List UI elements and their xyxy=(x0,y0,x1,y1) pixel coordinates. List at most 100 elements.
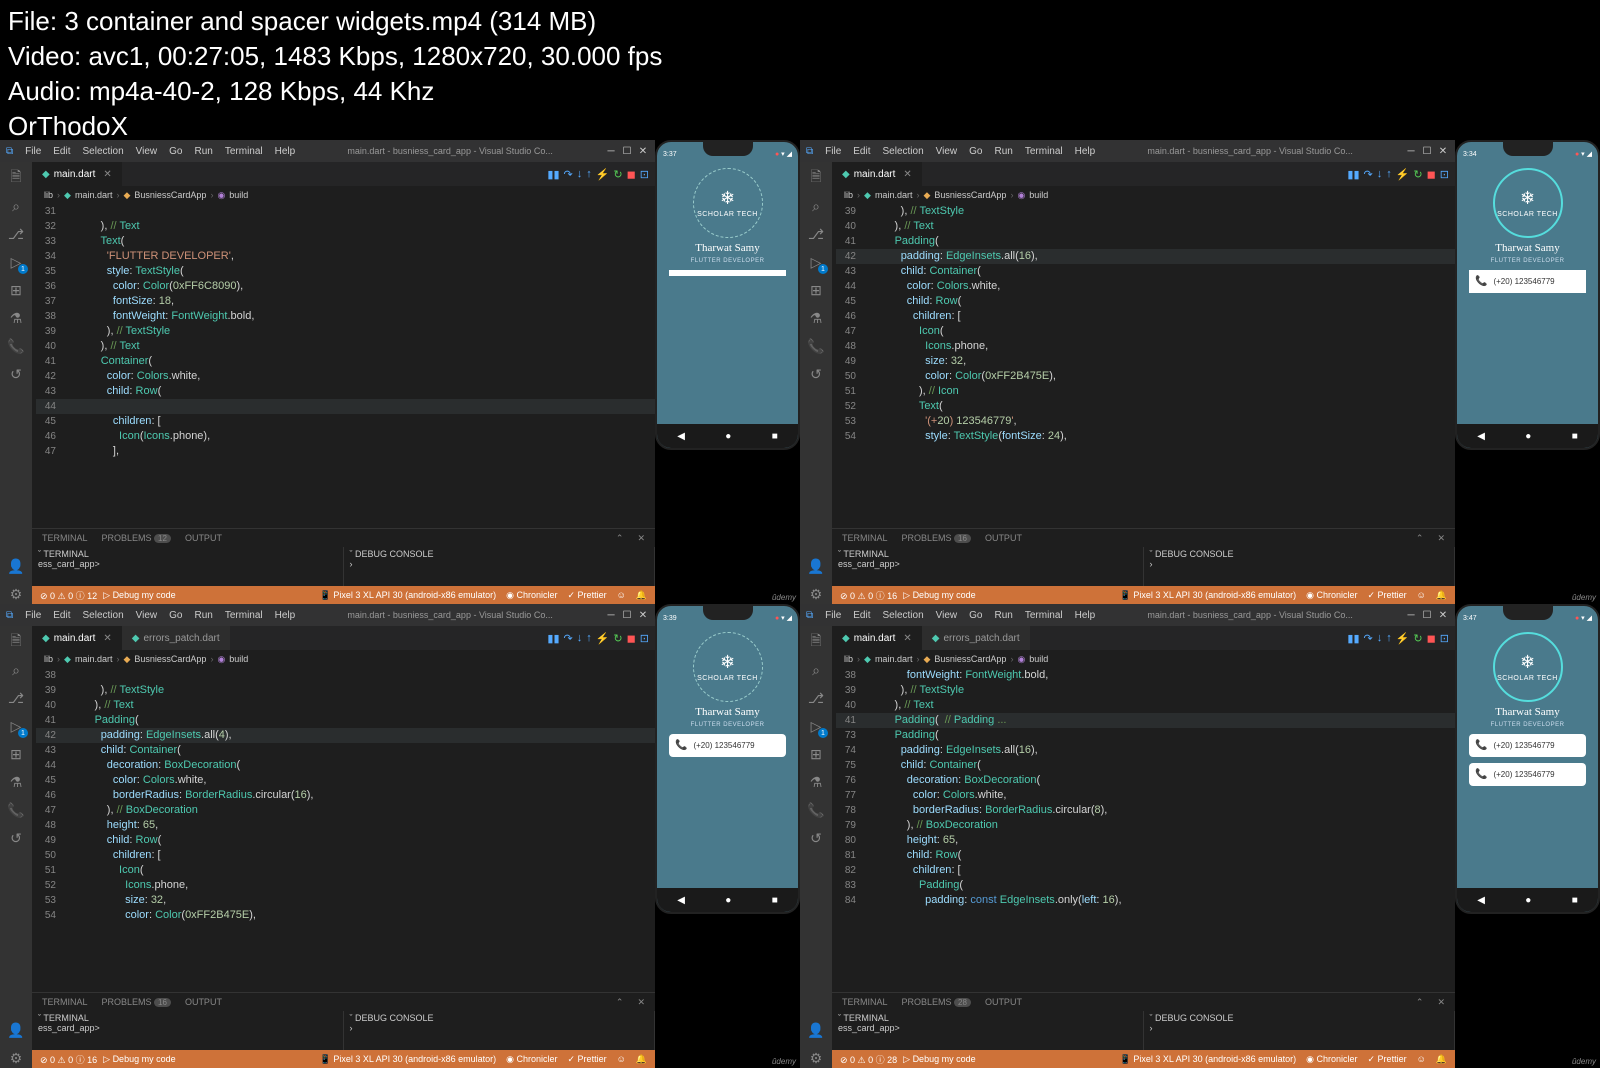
tab-errors[interactable]: ◆errors_patch.dart xyxy=(122,626,230,650)
status-bell-icon[interactable]: 🔔 xyxy=(1436,1054,1447,1065)
menu-help[interactable]: Help xyxy=(275,610,296,621)
output-tab[interactable]: OUTPUT xyxy=(985,997,1022,1007)
test-icon[interactable]: ⚗ xyxy=(6,772,26,792)
extensions-icon[interactable]: ⊞ xyxy=(806,280,826,300)
step-out-icon[interactable]: ↑ xyxy=(586,168,592,181)
minimize-icon[interactable]: ─ xyxy=(605,145,617,157)
problems-tab[interactable]: PROBLEMS 28 xyxy=(902,997,971,1007)
debug-input[interactable]: › xyxy=(1150,1023,1449,1033)
status-errors[interactable]: ⊘ 0 ⚠ 0 ⓘ 28 xyxy=(840,1053,897,1066)
search-icon[interactable]: ⌕ xyxy=(806,660,826,680)
stop-icon[interactable]: ◼ xyxy=(1427,632,1436,645)
debug-icon[interactable]: ▷ xyxy=(806,716,826,736)
status-errors[interactable]: ⊘ 0 ⚠ 0 ⓘ 16 xyxy=(840,589,897,602)
status-feedback-icon[interactable]: ☺ xyxy=(1417,1054,1426,1065)
stop-icon[interactable]: ◼ xyxy=(627,168,636,181)
pause-icon[interactable]: ▮▮ xyxy=(1347,168,1359,181)
menu-help[interactable]: Help xyxy=(1075,610,1096,621)
status-chronicler[interactable]: ◉ Chronicler xyxy=(1306,1054,1357,1065)
menu-terminal[interactable]: Terminal xyxy=(1025,610,1063,621)
menu-selection[interactable]: Selection xyxy=(83,610,124,621)
code-editor[interactable]: 3839 ), // TextStyle40 ), // Text41 Padd… xyxy=(32,668,655,992)
terminal-tab[interactable]: TERMINAL xyxy=(842,533,888,543)
step-over-icon[interactable]: ↷ xyxy=(1364,168,1373,181)
status-prettier[interactable]: ✓ Prettier xyxy=(1368,590,1407,601)
refresh-icon[interactable]: ↺ xyxy=(6,364,26,384)
extensions-icon[interactable]: ⊞ xyxy=(6,744,26,764)
explorer-icon[interactable]: 🗎 xyxy=(6,632,26,652)
panel-close-icon[interactable]: ✕ xyxy=(637,997,645,1008)
step-in-icon[interactable]: ↓ xyxy=(577,168,583,181)
code-editor[interactable]: 39 ), // TextStyle40 ), // Text41 Paddin… xyxy=(832,204,1455,528)
restart-icon[interactable]: ↻ xyxy=(613,632,622,645)
menu-view[interactable]: View xyxy=(136,610,158,621)
minimize-icon[interactable]: ─ xyxy=(1405,145,1417,157)
back-icon[interactable]: ◀ xyxy=(677,895,685,906)
phone-icon[interactable]: 📞 xyxy=(806,336,826,356)
problems-tab[interactable]: PROBLEMS 12 xyxy=(102,533,171,543)
menu-run[interactable]: Run xyxy=(994,610,1012,621)
status-errors[interactable]: ⊘ 0 ⚠ 0 ⓘ 12 xyxy=(40,589,97,602)
scm-icon[interactable]: ⎇ xyxy=(806,224,826,244)
menu-edit[interactable]: Edit xyxy=(53,146,70,157)
tab-main[interactable]: ◆main.dart✕ xyxy=(832,626,922,650)
pause-icon[interactable]: ▮▮ xyxy=(547,168,559,181)
status-bell-icon[interactable]: 🔔 xyxy=(636,590,647,601)
debug-icon[interactable]: ▷ xyxy=(6,252,26,272)
test-icon[interactable]: ⚗ xyxy=(6,308,26,328)
step-over-icon[interactable]: ↷ xyxy=(564,632,573,645)
scm-icon[interactable]: ⎇ xyxy=(6,688,26,708)
extensions-icon[interactable]: ⊞ xyxy=(806,744,826,764)
refresh-icon[interactable]: ↺ xyxy=(806,828,826,848)
refresh-icon[interactable]: ↺ xyxy=(806,364,826,384)
hot-reload-icon[interactable]: ⚡ xyxy=(596,632,610,645)
debug-icon[interactable]: ▷ xyxy=(806,252,826,272)
menu-go[interactable]: Go xyxy=(169,146,182,157)
panel-up-icon[interactable]: ⌃ xyxy=(1416,533,1424,544)
gear-icon[interactable]: ⚙ xyxy=(6,1048,26,1068)
close-tab-icon[interactable]: ✕ xyxy=(903,633,911,644)
debug-console-header[interactable]: ˇ DEBUG CONSOLE xyxy=(1150,1013,1449,1023)
step-in-icon[interactable]: ↓ xyxy=(1377,168,1383,181)
terminal-prompt[interactable]: ess_card_app> xyxy=(38,559,337,569)
stop-icon[interactable]: ◼ xyxy=(627,632,636,645)
status-bell-icon[interactable]: 🔔 xyxy=(636,1054,647,1065)
hot-reload-icon[interactable]: ⚡ xyxy=(1396,632,1410,645)
menu-file[interactable]: File xyxy=(825,610,841,621)
close-icon[interactable]: ✕ xyxy=(637,145,649,157)
problems-tab[interactable]: PROBLEMS 16 xyxy=(902,533,971,543)
step-in-icon[interactable]: ↓ xyxy=(1377,632,1383,645)
close-icon[interactable]: ✕ xyxy=(1437,145,1449,157)
status-chronicler[interactable]: ◉ Chronicler xyxy=(1306,590,1357,601)
tab-main[interactable]: ◆main.dart✕ xyxy=(32,626,122,650)
menu-file[interactable]: File xyxy=(25,146,41,157)
debug-console-header[interactable]: ˇ DEBUG CONSOLE xyxy=(350,1013,649,1023)
terminal-header[interactable]: ˇ TERMINAL xyxy=(38,1013,337,1023)
status-chronicler[interactable]: ◉ Chronicler xyxy=(506,1054,557,1065)
debug-console-header[interactable]: ˇ DEBUG CONSOLE xyxy=(1150,549,1449,559)
status-device[interactable]: 📱 Pixel 3 XL API 30 (android-x86 emulato… xyxy=(320,1054,496,1065)
panel-up-icon[interactable]: ⌃ xyxy=(1416,997,1424,1008)
tab-main[interactable]: ◆main.dart✕ xyxy=(832,162,922,186)
status-feedback-icon[interactable]: ☺ xyxy=(617,1054,626,1065)
output-tab[interactable]: OUTPUT xyxy=(985,533,1022,543)
terminal-prompt[interactable]: ess_card_app> xyxy=(838,1023,1137,1033)
menu-view[interactable]: View xyxy=(136,146,158,157)
menu-terminal[interactable]: Terminal xyxy=(225,610,263,621)
panel-up-icon[interactable]: ⌃ xyxy=(616,533,624,544)
stop-icon[interactable]: ◼ xyxy=(1427,168,1436,181)
output-tab[interactable]: OUTPUT xyxy=(185,997,222,1007)
menu-help[interactable]: Help xyxy=(1075,146,1096,157)
menu-run[interactable]: Run xyxy=(994,146,1012,157)
explorer-icon[interactable]: 🗎 xyxy=(806,168,826,188)
menu-file[interactable]: File xyxy=(25,610,41,621)
status-prettier[interactable]: ✓ Prettier xyxy=(568,1054,607,1065)
account-icon[interactable]: 👤 xyxy=(6,556,26,576)
panel-up-icon[interactable]: ⌃ xyxy=(616,997,624,1008)
debug-console-header[interactable]: ˇ DEBUG CONSOLE xyxy=(350,549,649,559)
inspect-icon[interactable]: ⊡ xyxy=(1440,632,1449,645)
recent-icon[interactable]: ■ xyxy=(1572,431,1578,442)
debug-my-code[interactable]: ▷ Debug my code xyxy=(903,590,975,601)
account-icon[interactable]: 👤 xyxy=(806,556,826,576)
code-editor[interactable]: 38 fontWeight: FontWeight.bold,39 ), // … xyxy=(832,668,1455,992)
